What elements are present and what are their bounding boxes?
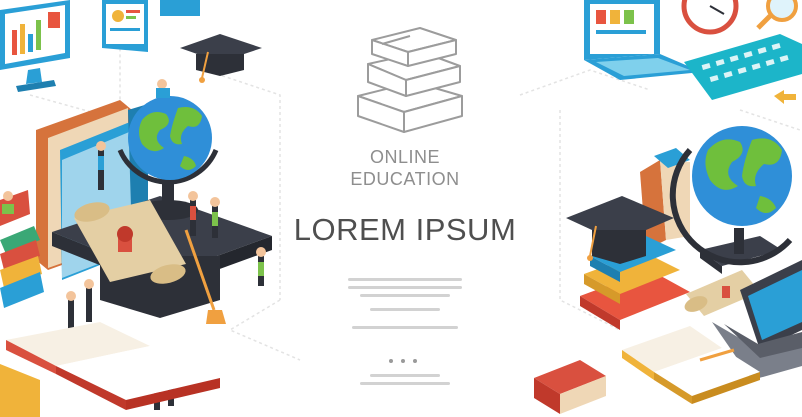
globe-icon <box>669 126 793 274</box>
education-poster: ONLINE EDUCATION LOREM IPSUM <box>0 0 802 417</box>
dots-divider <box>385 350 425 363</box>
keyboard-icon <box>684 34 802 104</box>
poster-subtitle: ONLINE EDUCATION <box>290 146 520 190</box>
subtitle-line-2: EDUCATION <box>350 169 460 189</box>
filler-text-line <box>370 374 440 377</box>
filler-text-line <box>348 278 462 281</box>
filler-text-line <box>352 326 458 329</box>
tablet-chart-icon <box>102 0 200 52</box>
filler-text-line <box>360 382 450 385</box>
poster-title: LOREM IPSUM <box>293 212 517 247</box>
red-book-icon <box>534 360 606 414</box>
filler-text-line <box>370 308 440 311</box>
filler-text-line <box>360 294 450 297</box>
monitor-chart-icon <box>0 0 70 92</box>
magnifier-icon <box>756 0 798 30</box>
center-text-block: ONLINE EDUCATION LOREM IPSUM <box>290 20 520 410</box>
graduation-cap-icon <box>180 34 262 83</box>
open-book-icon <box>0 322 220 417</box>
filler-text-line <box>348 286 462 289</box>
clock-icon <box>681 0 739 35</box>
subtitle-line-1: ONLINE <box>369 147 441 167</box>
